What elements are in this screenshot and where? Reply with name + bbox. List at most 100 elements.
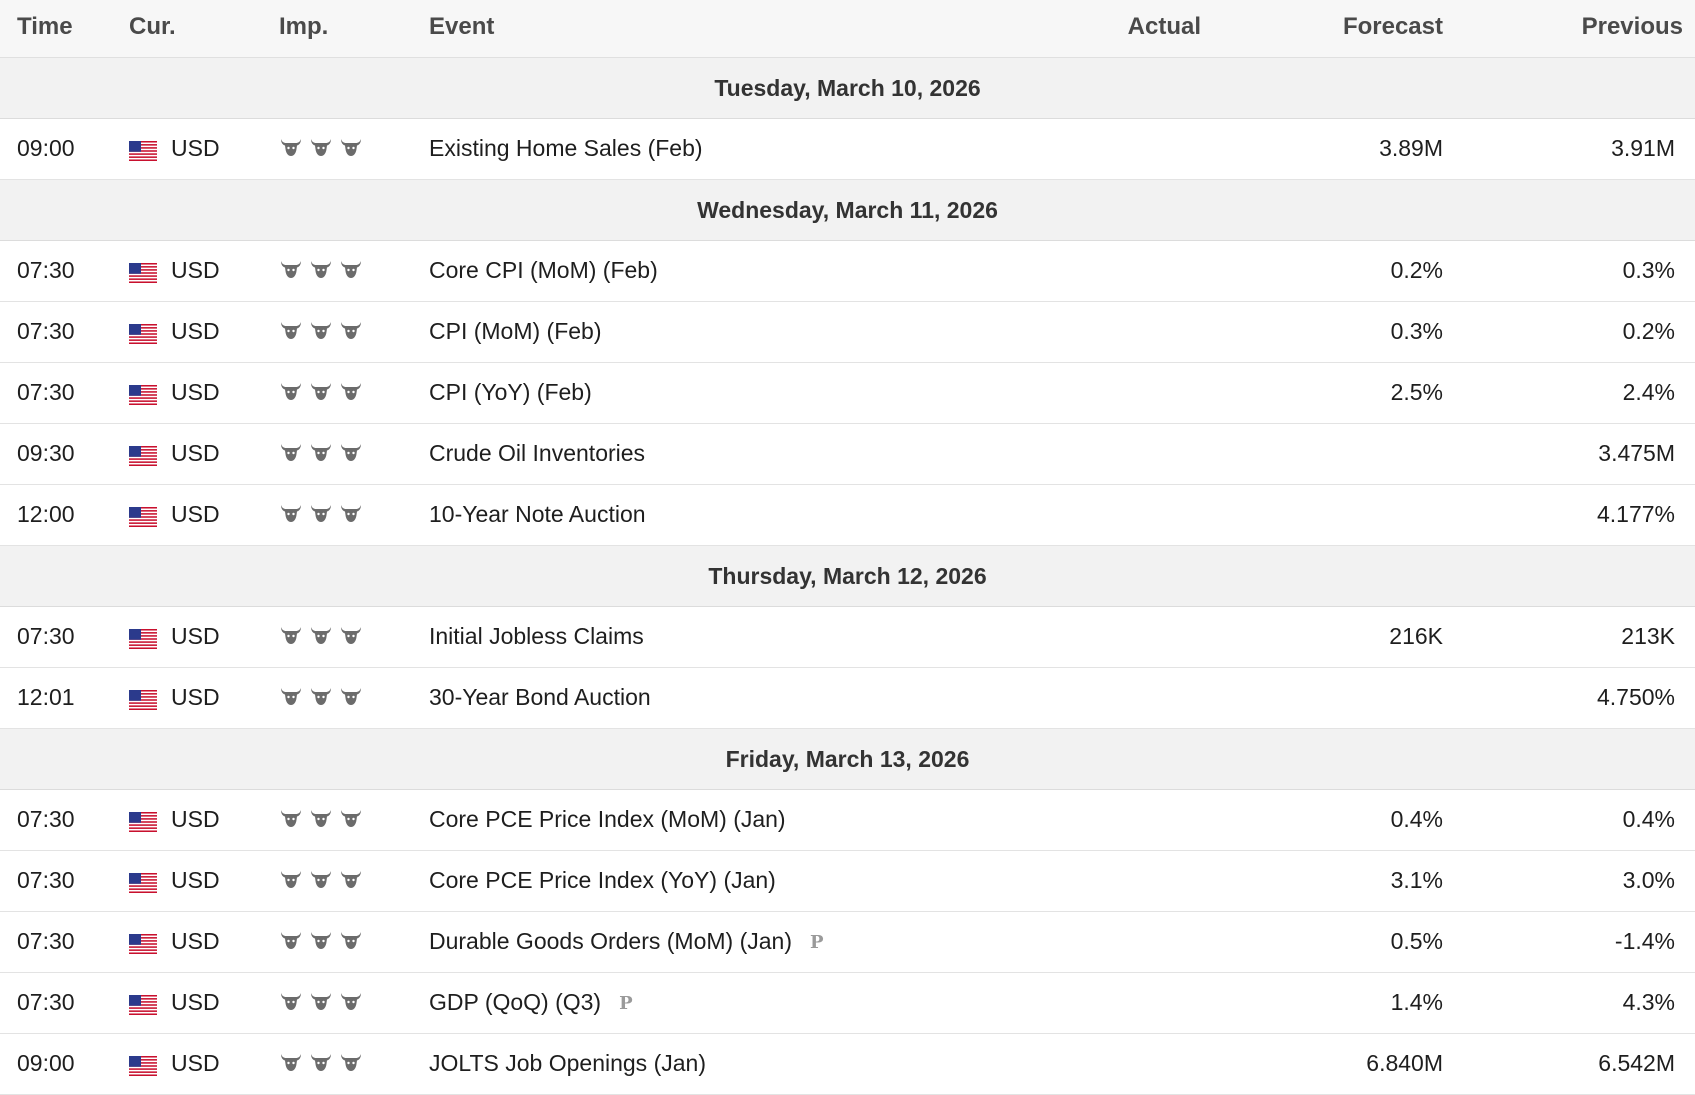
bull-icon xyxy=(279,928,303,952)
bull-icon xyxy=(339,867,363,891)
us-flag-icon xyxy=(129,933,157,954)
event-name[interactable]: CPI (MoM) (Feb) xyxy=(429,318,602,345)
event-currency: USD xyxy=(171,928,220,954)
event-name-label[interactable]: Core CPI (MoM) (Feb) xyxy=(429,257,658,283)
event-name-label[interactable]: 10-Year Note Auction xyxy=(429,501,646,527)
event-forecast: 216K xyxy=(1389,623,1443,649)
event-forecast: 0.3% xyxy=(1390,318,1443,344)
bull-icon xyxy=(309,928,333,952)
column-header-previous[interactable]: Previous xyxy=(1582,13,1683,41)
table-row[interactable]: 07:30 USD Initial Jobless Claims 216K 213K xyxy=(0,607,1695,668)
event-name-label[interactable]: CPI (MoM) (Feb) xyxy=(429,318,602,344)
table-row[interactable]: 12:01 USD 30-Year Bond Auction 4.750% xyxy=(0,668,1695,729)
table-row[interactable]: 07:30 USD Durable Goods Orders (MoM) (Jan)… xyxy=(0,912,1695,973)
event-name[interactable]: Crude Oil Inventories xyxy=(429,440,645,467)
event-name-label[interactable]: 30-Year Bond Auction xyxy=(429,684,651,710)
importance-rating xyxy=(279,257,363,281)
event-name[interactable]: Core CPI (MoM) (Feb) xyxy=(429,257,658,284)
event-time: 12:00 xyxy=(17,501,75,527)
column-header-time[interactable]: Time xyxy=(17,13,73,41)
column-header-event[interactable]: Event xyxy=(429,13,494,41)
event-name[interactable]: 10-Year Note Auction xyxy=(429,501,646,528)
event-currency: USD xyxy=(171,135,220,161)
event-time: 07:30 xyxy=(17,806,75,832)
event-time: 09:30 xyxy=(17,440,75,466)
column-header-forecast[interactable]: Forecast xyxy=(1343,13,1443,41)
us-flag-icon xyxy=(129,994,157,1015)
event-currency: USD xyxy=(171,440,220,466)
bull-icon xyxy=(339,928,363,952)
day-header-row: Thursday, March 12, 2026 xyxy=(0,546,1695,607)
event-previous: 4.177% xyxy=(1596,501,1675,527)
event-time: 07:30 xyxy=(17,379,75,405)
event-name-label[interactable]: Initial Jobless Claims xyxy=(429,623,644,649)
event-name-label[interactable]: GDP (QoQ) (Q3) xyxy=(429,989,601,1015)
column-header-currency[interactable]: Cur. xyxy=(129,13,176,41)
bull-icon xyxy=(309,257,333,281)
table-row[interactable]: 09:30 USD Crude Oil Inventories 3.475M xyxy=(0,424,1695,485)
bull-icon xyxy=(279,623,303,647)
event-name-label[interactable]: Core PCE Price Index (YoY) (Jan) xyxy=(429,867,776,893)
event-name[interactable]: CPI (YoY) (Feb) xyxy=(429,379,592,406)
table-row[interactable]: 07:30 USD CPI (MoM) (Feb) 0.3% 0.2% xyxy=(0,302,1695,363)
event-name[interactable]: Initial Jobless Claims xyxy=(429,623,644,650)
event-forecast: 0.4% xyxy=(1390,806,1443,832)
bull-icon xyxy=(339,501,363,525)
event-name-label[interactable]: Durable Goods Orders (MoM) (Jan) xyxy=(429,928,792,954)
event-name-label[interactable]: JOLTS Job Openings (Jan) xyxy=(429,1050,706,1076)
table-row[interactable]: 07:30 USD Core PCE Price Index (MoM) (Jan)… xyxy=(0,790,1695,851)
bull-icon xyxy=(309,623,333,647)
column-header-actual[interactable]: Actual xyxy=(1128,13,1201,41)
bull-icon xyxy=(339,379,363,403)
table-row[interactable]: 09:00 USD JOLTS Job Openings (Jan) 6.840M 6.… xyxy=(0,1034,1695,1095)
event-name[interactable]: Existing Home Sales (Feb) xyxy=(429,135,703,162)
importance-rating xyxy=(279,684,363,708)
event-name[interactable]: Durable Goods Orders (MoM) (Jan) P xyxy=(429,928,824,955)
event-time: 07:30 xyxy=(17,867,75,893)
table-header: Time Cur. Imp. Event Actual Forecast Pre… xyxy=(0,0,1695,58)
table-row[interactable]: 07:30 USD Core CPI (MoM) (Feb) 0.2% 0.3% xyxy=(0,241,1695,302)
bull-icon xyxy=(309,135,333,159)
event-name-label[interactable]: Crude Oil Inventories xyxy=(429,440,645,466)
event-previous: 0.4% xyxy=(1622,806,1675,832)
us-flag-icon xyxy=(129,262,157,283)
bull-icon xyxy=(339,684,363,708)
event-time: 07:30 xyxy=(17,989,75,1015)
table-row[interactable]: 09:00 USD Existing Home Sales (Feb) 3.89M 3.… xyxy=(0,119,1695,180)
column-header-importance[interactable]: Imp. xyxy=(279,13,328,41)
event-currency: USD xyxy=(171,318,220,344)
bull-icon xyxy=(309,684,333,708)
event-name[interactable]: Core PCE Price Index (MoM) (Jan) xyxy=(429,806,786,833)
bull-icon xyxy=(309,1050,333,1074)
event-name-label[interactable]: Core PCE Price Index (MoM) (Jan) xyxy=(429,806,786,832)
us-flag-icon xyxy=(129,872,157,893)
event-forecast: 0.5% xyxy=(1390,928,1443,954)
preliminary-badge: P xyxy=(810,932,824,954)
bull-icon xyxy=(279,318,303,342)
preliminary-badge: P xyxy=(619,993,633,1015)
event-name-label[interactable]: Existing Home Sales (Feb) xyxy=(429,135,703,161)
event-previous: 4.3% xyxy=(1622,989,1675,1015)
event-name[interactable]: GDP (QoQ) (Q3) P xyxy=(429,989,633,1016)
event-currency: USD xyxy=(171,501,220,527)
table-row[interactable]: 07:30 USD CPI (YoY) (Feb) 2.5% 2.4% xyxy=(0,363,1695,424)
importance-rating xyxy=(279,318,363,342)
bull-icon xyxy=(279,379,303,403)
importance-rating xyxy=(279,623,363,647)
event-forecast: 2.5% xyxy=(1390,379,1443,405)
us-flag-icon xyxy=(129,628,157,649)
event-name-label[interactable]: CPI (YoY) (Feb) xyxy=(429,379,592,405)
event-forecast: 3.1% xyxy=(1390,867,1443,893)
table-row[interactable]: 12:00 USD 10-Year Note Auction 4.177% xyxy=(0,485,1695,546)
event-previous: 6.542M xyxy=(1598,1050,1675,1076)
event-currency: USD xyxy=(171,684,220,710)
event-previous: 0.3% xyxy=(1622,257,1675,283)
table-row[interactable]: 07:30 USD GDP (QoQ) (Q3) P 1.4% 4.3% xyxy=(0,973,1695,1034)
event-name[interactable]: Core PCE Price Index (YoY) (Jan) xyxy=(429,867,776,894)
bull-icon xyxy=(339,318,363,342)
bull-icon xyxy=(279,867,303,891)
event-name[interactable]: 30-Year Bond Auction xyxy=(429,684,651,711)
table-row[interactable]: 07:30 USD Core PCE Price Index (YoY) (Jan)… xyxy=(0,851,1695,912)
event-name[interactable]: JOLTS Job Openings (Jan) xyxy=(429,1050,706,1077)
event-time: 09:00 xyxy=(17,135,75,161)
